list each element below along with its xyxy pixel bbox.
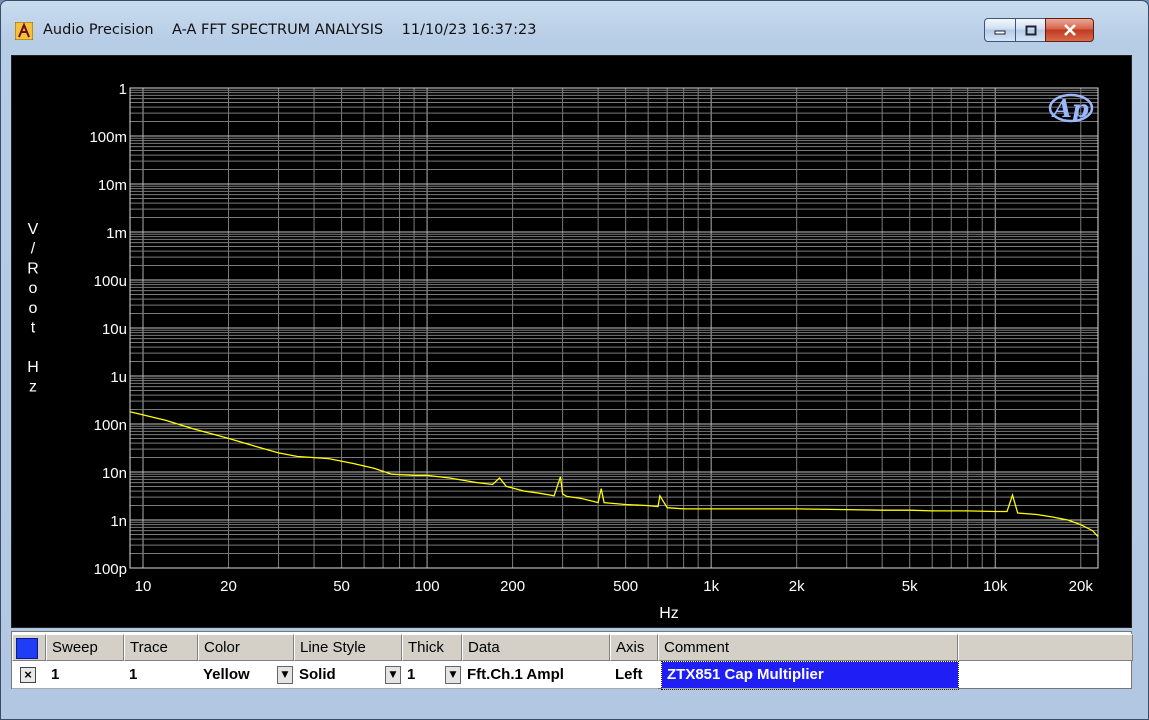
minimize-icon [994, 30, 1006, 35]
cell-comment[interactable]: ZTX851 Cap Multiplier [661, 661, 959, 690]
maximize-icon [1025, 25, 1036, 35]
ap-logo: Ap [1048, 93, 1094, 123]
header-color-swatch-cell[interactable] [12, 634, 46, 661]
title-bar[interactable]: Audio Precision A-A FFT SPECTRUM ANALYSI… [1, 1, 1148, 49]
x-tick-label: 10k [983, 578, 1008, 595]
x-tick-label: 10 [135, 578, 152, 595]
y-tick-label: 10u [102, 321, 127, 338]
x-tick-label: 100 [415, 578, 440, 595]
y-axis-label-char: o [29, 300, 38, 317]
minimize-button[interactable] [984, 18, 1016, 42]
maximize-button[interactable] [1015, 18, 1046, 42]
x-tick-label: 20 [220, 578, 237, 595]
table-row[interactable]: × 1 1 Yellow ▼ Solid ▼ 1 ▼ Fft.Ch.1 Ampl… [12, 661, 1131, 690]
header-comment[interactable]: Comment [658, 634, 958, 661]
plot-grid [130, 88, 1098, 569]
close-icon [1063, 24, 1076, 36]
y-tick-label: 1n [110, 513, 127, 530]
y-axis-label-char: V [28, 221, 39, 238]
table-header-row: Sweep Trace Color Line Style Thick Data … [12, 634, 1133, 661]
y-axis-label-char: / [31, 241, 36, 258]
x-tick-label: 500 [613, 578, 638, 595]
header-trace[interactable]: Trace [124, 634, 198, 661]
cell-axis[interactable]: Left [610, 662, 658, 689]
y-tick-label: 100m [89, 129, 127, 146]
fft-spectrum-chart[interactable]: 1 100m 10m 1m 100u 10u 1u 100n 10n 1n 100p 10 20 50 10… [12, 56, 1133, 629]
header-color[interactable]: Color [198, 634, 294, 661]
color-value: Yellow [203, 666, 250, 683]
y-axis-label-char: z [29, 379, 37, 396]
x-tick-label: 2k [789, 578, 805, 595]
fft-plot-panel[interactable]: 1 100m 10m 1m 100u 10u 1u 100n 10n 1n 100p 10 20 50 10… [11, 55, 1132, 628]
header-empty [958, 634, 1133, 661]
y-axis-label-char: t [31, 320, 36, 337]
window-title: Audio Precision A-A FFT SPECTRUM ANALYSI… [43, 22, 536, 38]
thick-value: 1 [407, 666, 416, 683]
y-axis-label-char: H [27, 359, 39, 376]
analysis-title: A-A FFT SPECTRUM ANALYSIS [171, 22, 384, 38]
y-axis-label-char: o [29, 280, 38, 297]
title-timestamp: 11/10/23 16:37:23 [401, 22, 537, 38]
x-axis-label: Hz [659, 605, 679, 622]
y-tick-label: 1u [110, 369, 127, 386]
status-strip [11, 695, 1132, 711]
cell-sweep[interactable]: 1 [46, 662, 124, 689]
header-thick[interactable]: Thick [402, 634, 462, 661]
x-tick-label: 5k [902, 578, 918, 595]
y-tick-label: 10m [98, 177, 127, 194]
close-button[interactable] [1045, 18, 1094, 42]
header-data[interactable]: Data [462, 634, 610, 661]
cell-trace[interactable]: 1 [124, 662, 198, 689]
header-axis[interactable]: Axis [610, 634, 658, 661]
thick-dropdown-button[interactable]: ▼ [445, 666, 461, 684]
trace-table: Sweep Trace Color Line Style Thick Data … [11, 631, 1133, 690]
y-axis-label-char: R [27, 260, 39, 277]
app-name: Audio Precision [43, 22, 154, 38]
x-tick-label: 50 [333, 578, 350, 595]
line-style-value: Solid [299, 666, 336, 683]
y-tick-label: 100u [94, 273, 127, 290]
trace-enable-checkbox[interactable]: × [20, 667, 36, 683]
y-tick-label: 1 [119, 81, 127, 98]
x-tick-label: 20k [1069, 578, 1094, 595]
trace-color-swatch[interactable] [16, 638, 38, 659]
line-style-dropdown-button[interactable]: ▼ [385, 666, 401, 684]
header-sweep[interactable]: Sweep [46, 634, 124, 661]
cell-data[interactable]: Fft.Ch.1 Ampl [462, 662, 610, 689]
x-tick-label: 200 [500, 578, 525, 595]
header-line-style[interactable]: Line Style [294, 634, 402, 661]
y-tick-label: 100p [94, 561, 127, 578]
audio-precision-app-icon[interactable] [15, 22, 33, 40]
row-checkbox-cell[interactable]: × [12, 662, 46, 689]
app-window: Audio Precision A-A FFT SPECTRUM ANALYSI… [0, 0, 1149, 720]
ap-logo-text: Ap [1051, 94, 1089, 123]
x-tick-label: 1k [703, 578, 719, 595]
y-tick-label: 10n [102, 465, 127, 482]
y-tick-label: 1m [106, 225, 127, 242]
color-dropdown-button[interactable]: ▼ [277, 666, 293, 684]
y-tick-label: 100n [94, 417, 127, 434]
